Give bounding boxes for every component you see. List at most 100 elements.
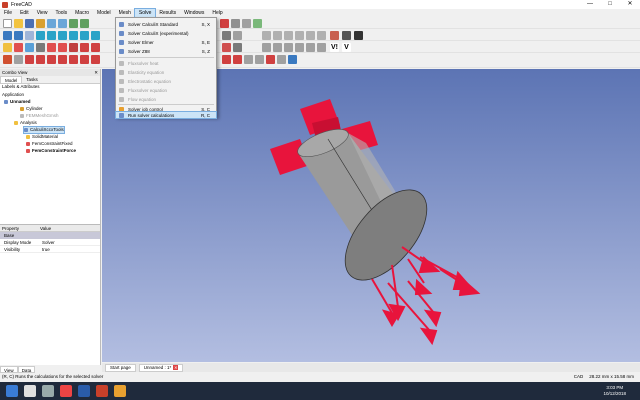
pad-icon[interactable]	[36, 54, 45, 64]
tab-unnamed[interactable]: Unnamed : 1* ✕	[138, 363, 184, 372]
loft-icon[interactable]	[80, 54, 89, 64]
menu-item-solver-z88[interactable]: Solver Z88 S, Z	[116, 47, 216, 55]
groove-icon[interactable]	[69, 54, 78, 64]
constraint-gear-icon[interactable]	[222, 42, 231, 52]
tab-start-page[interactable]: Start page	[105, 363, 136, 372]
property-group-base[interactable]: Base	[0, 232, 100, 239]
draw-style-icon[interactable]	[25, 30, 34, 40]
maximize-button[interactable]: □	[600, 0, 620, 9]
constraint-body-heat-icon[interactable]	[306, 42, 315, 52]
menu-item-electrostatic-equation[interactable]: Electrostatic equation	[116, 77, 216, 85]
feature-icon[interactable]	[25, 54, 34, 64]
fit-all-icon[interactable]	[3, 30, 12, 40]
pocket-icon[interactable]	[47, 54, 56, 64]
record-macro-icon[interactable]	[220, 18, 229, 28]
view-right-icon[interactable]	[69, 30, 78, 40]
constraint-pulley-icon[interactable]	[233, 42, 242, 52]
view-top-icon[interactable]	[58, 30, 67, 40]
task-view-icon[interactable]	[42, 385, 54, 397]
mesh-group-icon[interactable]	[273, 30, 282, 40]
menu-item-solver-elmer[interactable]: Solver Elmer S, E	[116, 38, 216, 46]
view-iso-icon[interactable]	[36, 30, 45, 40]
open-file-icon[interactable]	[14, 18, 23, 28]
menu-file[interactable]: File	[0, 9, 16, 17]
menu-windows[interactable]: Windows	[180, 9, 208, 17]
tree-item-solidmaterial[interactable]: SolidMaterial	[26, 134, 58, 140]
fillet-icon[interactable]	[222, 54, 231, 64]
menu-item-fluxsolver-heat[interactable]: Fluxsolver heat	[116, 59, 216, 67]
material-fluid-icon[interactable]	[36, 42, 45, 52]
menu-model[interactable]: Model	[93, 9, 115, 17]
menu-tools[interactable]: Tools	[51, 9, 71, 17]
redo-icon[interactable]	[80, 18, 89, 28]
tree-item-femconstraintfixed[interactable]: FemConstraintFixed	[26, 141, 73, 147]
part-design-icon[interactable]	[3, 54, 12, 64]
property-value[interactable]: true	[38, 246, 76, 252]
tree-item-analysis[interactable]: Analysis	[14, 120, 37, 126]
run-macro-icon[interactable]	[253, 18, 262, 28]
stop-macro-icon[interactable]	[231, 18, 240, 28]
draft-icon[interactable]	[244, 54, 253, 64]
cut-icon[interactable]	[36, 18, 45, 28]
close-button[interactable]: ✕	[620, 0, 640, 9]
close-panel-icon[interactable]: ✕	[94, 69, 98, 76]
menu-view[interactable]: View	[33, 9, 52, 17]
constraint-force-icon[interactable]	[58, 42, 67, 52]
view-rear-icon[interactable]	[80, 30, 89, 40]
menu-results[interactable]: Results	[155, 9, 180, 17]
word-icon[interactable]	[78, 385, 90, 397]
mesh-display-icon[interactable]	[317, 30, 326, 40]
navigation-style[interactable]: CAD	[574, 373, 584, 381]
save-icon[interactable]	[25, 18, 34, 28]
revolve-icon[interactable]	[58, 54, 67, 64]
v-icon[interactable]: V	[342, 42, 351, 52]
analysis-icon[interactable]	[3, 42, 12, 52]
copy-icon[interactable]	[47, 18, 56, 28]
constraint-heatflux-icon[interactable]	[284, 42, 293, 52]
view-front-icon[interactable]	[47, 30, 56, 40]
tree-item-femmeshgmsh[interactable]: FEMMeshGmsh	[20, 113, 59, 119]
tab-view[interactable]: View	[0, 366, 18, 373]
tree-item-femconstraintforce[interactable]: FemConstraintForce	[26, 148, 76, 154]
fit-selection-icon[interactable]	[14, 30, 23, 40]
minimize-button[interactable]: —	[580, 0, 600, 9]
material-icon[interactable]	[25, 42, 34, 52]
purge-results-icon[interactable]	[354, 30, 363, 40]
constraint-displacement-icon[interactable]	[80, 42, 89, 52]
menu-item-flow-equation[interactable]: Flow equation	[116, 95, 216, 103]
tree-item-unnamed[interactable]: Unnamed	[4, 99, 31, 105]
menu-item-run-solver-calculations[interactable]: Run solver calculations R, C	[115, 111, 217, 119]
constraint-flow-icon[interactable]	[317, 42, 326, 52]
tab-model[interactable]: Model	[0, 76, 23, 83]
start-button-icon[interactable]	[6, 385, 18, 397]
tab-tasks[interactable]: Tasks	[22, 76, 42, 83]
new-file-icon[interactable]	[3, 18, 12, 28]
property-row[interactable]: Display Mode Solver	[0, 239, 100, 246]
chrome-icon[interactable]	[60, 385, 72, 397]
menu-macro[interactable]: Macro	[71, 9, 93, 17]
mesh-region-icon[interactable]	[262, 30, 271, 40]
mirror-icon[interactable]	[266, 54, 275, 64]
tab-data[interactable]: Data	[17, 366, 36, 373]
property-row[interactable]: Visibility true	[0, 246, 100, 253]
menu-mesh[interactable]: Mesh	[115, 9, 135, 17]
v1-icon[interactable]: V!	[330, 42, 339, 52]
sketch-icon[interactable]	[14, 54, 23, 64]
close-tab-icon[interactable]: ✕	[173, 365, 179, 370]
mesh-boundary-icon[interactable]	[284, 30, 293, 40]
explorer-icon[interactable]	[114, 385, 126, 397]
mesh-clear-icon[interactable]	[306, 30, 315, 40]
constraint-transform-icon[interactable]	[262, 42, 271, 52]
undo-icon[interactable]	[69, 18, 78, 28]
constraint-temperature-icon[interactable]	[273, 42, 282, 52]
freecad-taskbar-icon[interactable]	[96, 385, 108, 397]
vtk-icon[interactable]	[342, 30, 351, 40]
menu-help[interactable]: Help	[208, 9, 226, 17]
constraint-initial-icon[interactable]	[295, 42, 304, 52]
fem-constraint-icon[interactable]	[14, 42, 23, 52]
menu-item-elasticity-equation[interactable]: Elasticity equation	[116, 68, 216, 76]
results-icon[interactable]	[330, 30, 339, 40]
constraint-fixed-icon[interactable]	[47, 42, 56, 52]
property-value[interactable]: Solver	[38, 239, 76, 245]
menu-item-fluxsolver-equation[interactable]: Fluxsolver equation	[116, 86, 216, 94]
